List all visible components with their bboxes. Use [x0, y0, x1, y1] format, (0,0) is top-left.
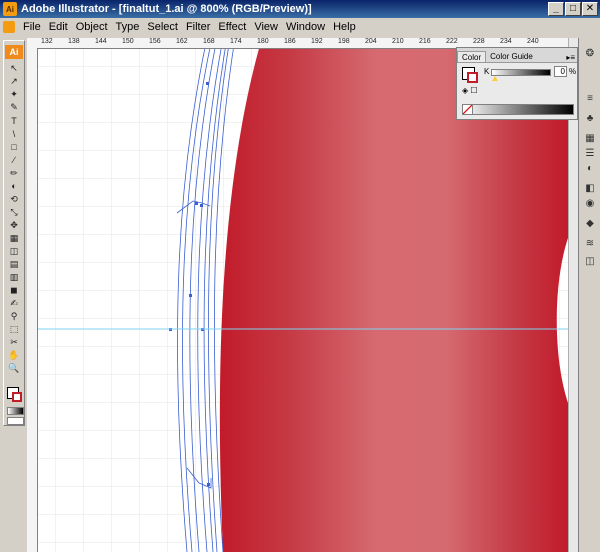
vertical-ruler — [27, 48, 38, 552]
k-slider-thumb[interactable] — [492, 76, 498, 81]
ai-logo: Ai — [5, 45, 23, 59]
none-slash-icon — [463, 105, 472, 114]
menu-filter[interactable]: Filter — [182, 21, 214, 33]
line-tool-icon[interactable]: \ — [7, 129, 21, 139]
live-paint-tool-icon[interactable]: ⚲ — [7, 311, 21, 321]
ruler-tick: 192 — [311, 38, 323, 45]
color-panel-icon[interactable]: ❂ — [584, 48, 596, 60]
type-tool-icon[interactable]: T — [7, 116, 21, 126]
ruler-tick: 222 — [446, 38, 458, 45]
menu-select[interactable]: Select — [143, 21, 182, 33]
ruler-tick: 240 — [527, 38, 539, 45]
symbols-panel-icon[interactable]: ♣ — [584, 113, 596, 125]
selection-tool-icon[interactable]: ↖ — [7, 63, 21, 73]
ruler-tick: 210 — [392, 38, 404, 45]
menu-type[interactable]: Type — [112, 21, 144, 33]
k-slider[interactable] — [491, 69, 551, 76]
tab-color-guide[interactable]: Color Guide — [486, 51, 537, 62]
color-mode-buttons[interactable] — [7, 407, 24, 415]
mesh-tool-icon[interactable]: ▤ — [7, 259, 21, 269]
ruler-tick: 144 — [95, 38, 107, 45]
pencil-tool-icon[interactable]: ✏ — [7, 168, 21, 178]
color-spectrum-bar[interactable] — [462, 104, 574, 115]
menu-bar: File Edit Object Type Select Filter Effe… — [0, 18, 600, 36]
stroke-panel-icon[interactable]: ☰ — [584, 148, 596, 160]
menu-help[interactable]: Help — [329, 21, 360, 33]
menu-edit[interactable]: Edit — [45, 21, 72, 33]
scale-tool-icon[interactable]: ⤡ — [7, 207, 21, 217]
crop-tool-icon[interactable]: ⬚ — [7, 324, 21, 334]
graph-tool-icon[interactable]: ◫ — [7, 246, 21, 256]
panel-stroke-swatch[interactable] — [467, 72, 478, 83]
window-controls: _ □ ✕ — [548, 2, 598, 16]
ruler-tick: 180 — [257, 38, 269, 45]
zoom-tool-icon[interactable]: 🔍 — [7, 363, 21, 373]
ruler-tick: 204 — [365, 38, 377, 45]
ruler-tick: 132 — [41, 38, 53, 45]
tab-color[interactable]: Color — [457, 51, 487, 62]
eyedropper-tool-icon[interactable]: ✍ — [7, 298, 21, 308]
k-channel-label: K — [484, 67, 490, 76]
paintbrush-tool-icon[interactable]: ∕ — [7, 155, 21, 165]
ruler-tick: 168 — [203, 38, 215, 45]
menu-window[interactable]: Window — [282, 21, 329, 33]
hand-tool-icon[interactable]: ✋ — [7, 350, 21, 360]
rectangle-tool-icon[interactable]: □ — [7, 142, 21, 152]
ruler-tick: 162 — [176, 38, 188, 45]
layers-panel-icon[interactable]: ≋ — [584, 238, 596, 250]
gradient-tool-icon[interactable]: ▥ — [7, 272, 21, 282]
magic-wand-tool-icon[interactable]: ✦ — [7, 89, 21, 99]
k-unit-label: % — [569, 67, 577, 76]
blend-tool-icon[interactable]: ◼ — [7, 285, 21, 295]
brushes-panel-icon[interactable]: ▦ — [584, 133, 596, 145]
panel-tab-bar: Color Color Guide ▸≡ — [457, 48, 577, 63]
menu-view[interactable]: View — [250, 21, 282, 33]
title-bar: Ai Adobe Illustrator - [finaltut_1.ai @ … — [0, 0, 600, 18]
ruler-tick: 216 — [419, 38, 431, 45]
menu-object[interactable]: Object — [72, 21, 112, 33]
artboards-panel-icon[interactable]: ◫ — [584, 256, 596, 268]
gradient-panel-icon[interactable]: ◐ — [584, 163, 596, 175]
ruler-tick: 198 — [338, 38, 350, 45]
out-of-gamut-icons[interactable]: ◈ ☐ — [462, 86, 478, 95]
blob-brush-tool-icon[interactable]: ◐ — [7, 181, 21, 191]
none-color-swatch[interactable] — [462, 104, 473, 115]
panel-dock: ❂ ≡ ♣ ▦ ☰ ◐ ◧ ◉ ◆ ≋ ◫ — [578, 38, 600, 552]
ruler-tick: 186 — [284, 38, 296, 45]
document-icon[interactable] — [3, 21, 15, 33]
menu-file[interactable]: File — [19, 21, 45, 33]
ruler-tick: 234 — [500, 38, 512, 45]
rotate-tool-icon[interactable]: ⟲ — [7, 194, 21, 204]
maximize-button[interactable]: □ — [565, 2, 581, 16]
k-value-input[interactable]: 0 — [554, 66, 567, 77]
app-icon[interactable]: Ai — [3, 2, 17, 16]
panel-menu-icon[interactable]: ▸≡ — [566, 53, 575, 62]
scissors-tool-icon[interactable]: ✂ — [7, 337, 21, 347]
appearance-panel-icon[interactable]: ◉ — [584, 198, 596, 210]
ruler-tick: 228 — [473, 38, 485, 45]
stroke-swatch[interactable] — [12, 392, 22, 402]
screen-mode-button[interactable] — [7, 417, 24, 425]
color-panel: Color Color Guide ▸≡ K 0 % ◈ ☐ — [456, 47, 578, 120]
tools-panel: Ai ↖ ↗ ✦ ✎ T \ □ ∕ ✏ ◐ ⟲ ⤡ ✥ ▦ ◫ ▤ ▥ ◼ ✍… — [3, 40, 25, 426]
ruler-tick: 150 — [122, 38, 134, 45]
pen-tool-icon[interactable]: ✎ — [7, 102, 21, 112]
swatches-panel-icon[interactable]: ≡ — [584, 93, 596, 105]
window-title: Adobe Illustrator - [finaltut_1.ai @ 800… — [21, 3, 312, 15]
transparency-panel-icon[interactable]: ◧ — [584, 183, 596, 195]
close-button[interactable]: ✕ — [582, 2, 598, 16]
ruler-tick: 138 — [68, 38, 80, 45]
direct-selection-tool-icon[interactable]: ↗ — [7, 76, 21, 86]
ruler-tick: 174 — [230, 38, 242, 45]
menu-effect[interactable]: Effect — [214, 21, 250, 33]
minimize-button[interactable]: _ — [548, 2, 564, 16]
ruler-tick: 156 — [149, 38, 161, 45]
warp-tool-icon[interactable]: ✥ — [7, 220, 21, 230]
graphic-styles-panel-icon[interactable]: ◆ — [584, 218, 596, 230]
symbol-sprayer-tool-icon[interactable]: ▦ — [7, 233, 21, 243]
